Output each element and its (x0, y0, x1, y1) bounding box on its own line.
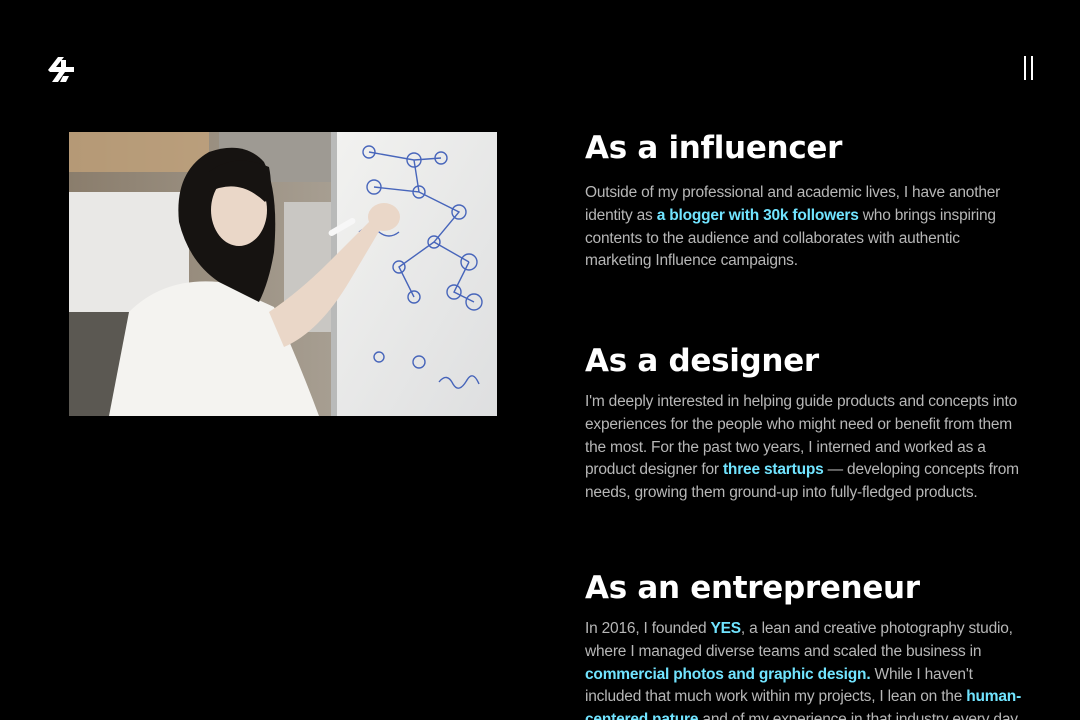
influencer-highlight: a blogger with 30k followers (656, 206, 859, 224)
entrepreneur-text-part: and of my experience in that industry ev… (698, 711, 1021, 720)
entrepreneur-section: As an entrepreneur In 2016, I founded YE… (585, 570, 1025, 720)
entrepreneur-text-part: In 2016, I founded (585, 620, 711, 637)
designer-title: As a designer (585, 343, 819, 379)
entrepreneur-highlight-commercial: commercial photos and graphic design. (585, 665, 871, 683)
entrepreneur-title: As an entrepreneur (585, 570, 920, 606)
entrepreneur-highlight-yes: YES (710, 620, 741, 637)
logo-icon[interactable] (46, 55, 76, 83)
influencer-title: As a influencer (585, 130, 843, 166)
entrepreneur-text: In 2016, I founded YES, a lean and creat… (585, 618, 1025, 720)
influencer-text: Outside of my professional and academic … (585, 182, 1025, 273)
influencer-section: As a influencer Outside of my profession… (585, 130, 1025, 273)
designer-text: I'm deeply interested in helping guide p… (585, 391, 1025, 505)
profile-photo (69, 132, 497, 416)
page: As a influencer Outside of my profession… (0, 0, 1080, 720)
designer-section: As a designer I'm deeply interested in h… (585, 343, 1025, 505)
designer-highlight: three startups (722, 461, 824, 479)
menu-icon[interactable] (1016, 54, 1042, 82)
